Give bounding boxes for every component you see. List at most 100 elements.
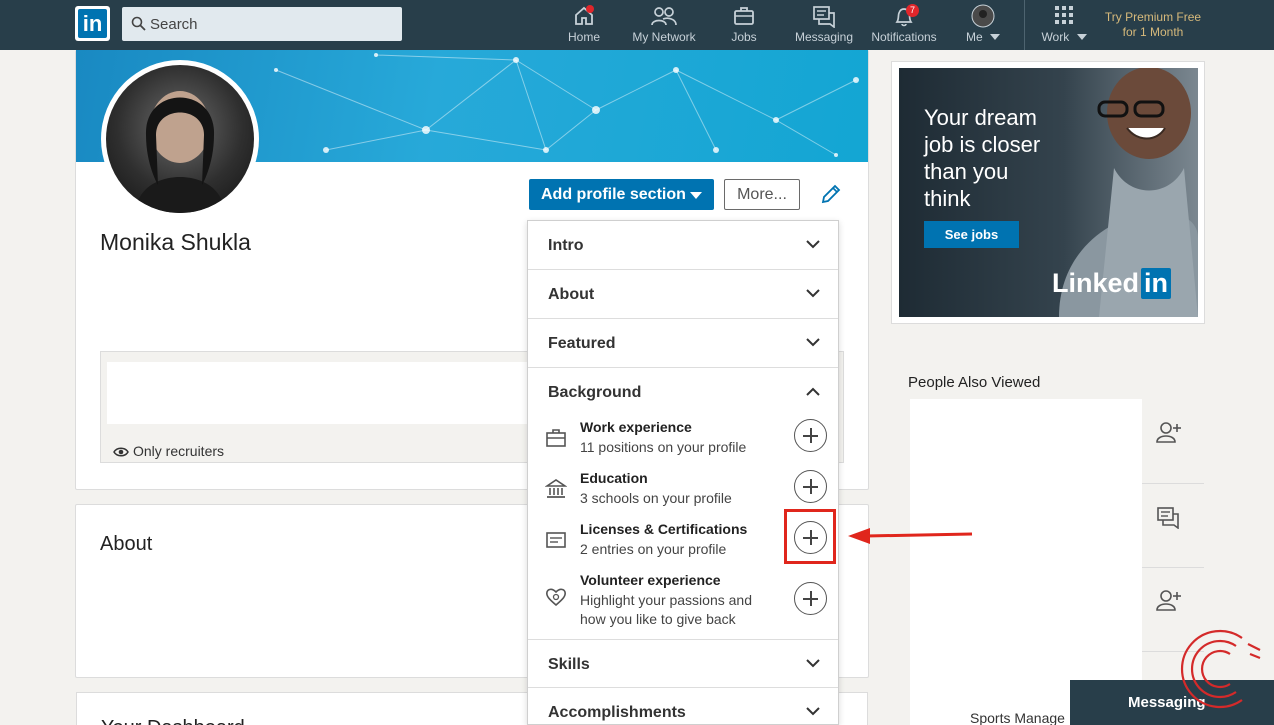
item-title: Work experience xyxy=(580,419,692,435)
connect-person-icon[interactable] xyxy=(1156,588,1182,617)
profile-photo[interactable] xyxy=(101,60,259,218)
nav-divider xyxy=(1024,0,1025,50)
more-button[interactable]: More... xyxy=(724,179,800,210)
nav-notifications[interactable]: 7 Notifications xyxy=(866,4,942,48)
chevron-down-icon xyxy=(806,707,820,716)
linkedin-logo-icon[interactable]: in xyxy=(75,6,110,41)
nav-jobs[interactable]: Jobs xyxy=(726,4,762,48)
nav-me-label: Me xyxy=(965,30,983,44)
search-icon xyxy=(131,16,146,31)
premium-line-1: Try Premium Free xyxy=(1104,10,1202,24)
background-item-volunteer-experience: Volunteer experience Highlight your pass… xyxy=(528,572,838,632)
home-notification-dot xyxy=(586,5,594,13)
item-subtitle: 3 schools on your profile xyxy=(580,490,732,506)
ad-brand-text: Linked xyxy=(1052,268,1140,298)
open-to-work-content xyxy=(107,362,537,424)
dropdown-section-intro[interactable]: Intro xyxy=(528,221,838,270)
see-jobs-button[interactable]: See jobs xyxy=(924,221,1019,248)
item-title: Volunteer experience xyxy=(580,572,721,588)
visibility-indicator: Only recruiters xyxy=(113,443,224,459)
search-box[interactable] xyxy=(122,7,402,41)
dropdown-section-about[interactable]: About xyxy=(528,270,838,319)
item-title: Education xyxy=(580,470,648,486)
briefcase-icon xyxy=(546,429,566,447)
chevron-down-icon xyxy=(806,338,820,347)
nav-my-network[interactable]: My Network xyxy=(628,4,700,48)
nav-home-label: Home xyxy=(567,30,600,44)
edit-pencil-icon[interactable] xyxy=(820,183,842,210)
eye-icon xyxy=(113,447,129,457)
red-arrow-annotation xyxy=(848,528,973,544)
nav-messaging[interactable]: Messaging xyxy=(791,4,857,48)
ad-headline: Your dream job is closer than you think xyxy=(924,105,1041,211)
item-subtitle: Highlight your passions and how you like… xyxy=(580,592,752,627)
me-caret-icon xyxy=(990,34,1000,40)
message-icon[interactable] xyxy=(1156,505,1180,534)
nav-jobs-label: Jobs xyxy=(731,30,757,44)
grid-apps-icon xyxy=(1036,4,1092,30)
rail-divider xyxy=(1142,567,1204,568)
people-also-viewed-title: People Also Viewed xyxy=(908,374,1041,391)
item-subtitle: 2 entries on your profile xyxy=(580,541,727,557)
messaging-icon xyxy=(791,4,857,30)
visibility-label: Only recruiters xyxy=(133,443,225,459)
ad-image: Your dream job is closer than you think … xyxy=(899,68,1198,317)
top-navigation-bar: in Home My Network Jobs Messaging 7 xyxy=(0,0,1274,50)
nav-messaging-label: Messaging xyxy=(794,30,854,44)
about-title: About xyxy=(100,533,153,555)
network-icon xyxy=(628,4,700,30)
item-title: Licenses & Certifications xyxy=(580,521,748,537)
connect-person-icon[interactable] xyxy=(1156,420,1182,449)
people-list-redacted xyxy=(910,399,1142,725)
dropdown-section-skills[interactable]: Skills xyxy=(528,639,838,688)
volunteer-heart-icon xyxy=(546,588,566,607)
nav-work-label: Work xyxy=(1041,30,1070,44)
premium-line-2: for 1 Month xyxy=(1122,25,1184,39)
search-input[interactable] xyxy=(150,7,395,41)
nav-me[interactable]: Me xyxy=(962,4,1004,48)
me-avatar-icon xyxy=(962,4,1004,30)
try-premium-link[interactable]: Try Premium Free for 1 Month xyxy=(1097,10,1209,40)
nav-notifications-label: Notifications xyxy=(871,30,937,44)
chevron-down-icon xyxy=(806,659,820,668)
nav-home[interactable]: Home xyxy=(566,4,602,48)
bell-icon: 7 xyxy=(866,4,942,30)
profile-photo-image xyxy=(106,65,254,213)
advertisement-card[interactable]: Your dream job is closer than you think … xyxy=(891,61,1205,324)
section-label: Background xyxy=(548,384,642,401)
item-subtitle: 11 positions on your profile xyxy=(580,439,747,455)
add-profile-section-button[interactable]: Add profile section xyxy=(529,179,714,210)
add-education-plus-icon[interactable] xyxy=(794,470,827,503)
add-profile-section-dropdown: Intro About Featured Background Work exp… xyxy=(527,220,839,725)
section-label: Accomplishments xyxy=(548,704,686,721)
certificate-icon xyxy=(546,532,566,548)
section-label: Skills xyxy=(548,656,590,673)
add-volunteer-experience-plus-icon[interactable] xyxy=(794,582,827,615)
chevron-down-icon xyxy=(806,240,820,249)
work-caret-icon xyxy=(1076,34,1087,40)
dropdown-section-accomplishments[interactable]: Accomplishments xyxy=(528,688,838,725)
people-item-partial-text: Sports Manage xyxy=(970,710,1065,725)
chevron-down-icon xyxy=(806,289,820,298)
chevron-up-icon xyxy=(806,387,820,396)
briefcase-icon xyxy=(726,4,762,30)
notification-count-badge: 7 xyxy=(906,4,919,17)
caret-down-icon xyxy=(690,192,702,199)
nav-work[interactable]: Work xyxy=(1036,4,1092,48)
highlight-box-annotation xyxy=(784,509,836,564)
ad-linkedin-logo: Linked in xyxy=(1052,268,1172,299)
background-item-work-experience: Work experience 11 positions on your pro… xyxy=(528,419,838,470)
nav-my-network-label: My Network xyxy=(632,30,696,44)
dashboard-title: Your Dashboard xyxy=(101,717,245,725)
section-label: About xyxy=(548,286,595,303)
section-label: Featured xyxy=(548,335,616,352)
section-label: Intro xyxy=(548,237,584,254)
profile-name: Monika Shukla xyxy=(100,229,251,255)
ad-brand-in: in xyxy=(1141,268,1172,299)
watermark-logo-icon xyxy=(1181,629,1261,709)
home-icon xyxy=(566,4,602,30)
dropdown-section-featured[interactable]: Featured xyxy=(528,319,838,368)
add-work-experience-plus-icon[interactable] xyxy=(794,419,827,452)
rail-divider xyxy=(1142,483,1204,484)
dropdown-section-background[interactable]: Background xyxy=(528,368,838,417)
